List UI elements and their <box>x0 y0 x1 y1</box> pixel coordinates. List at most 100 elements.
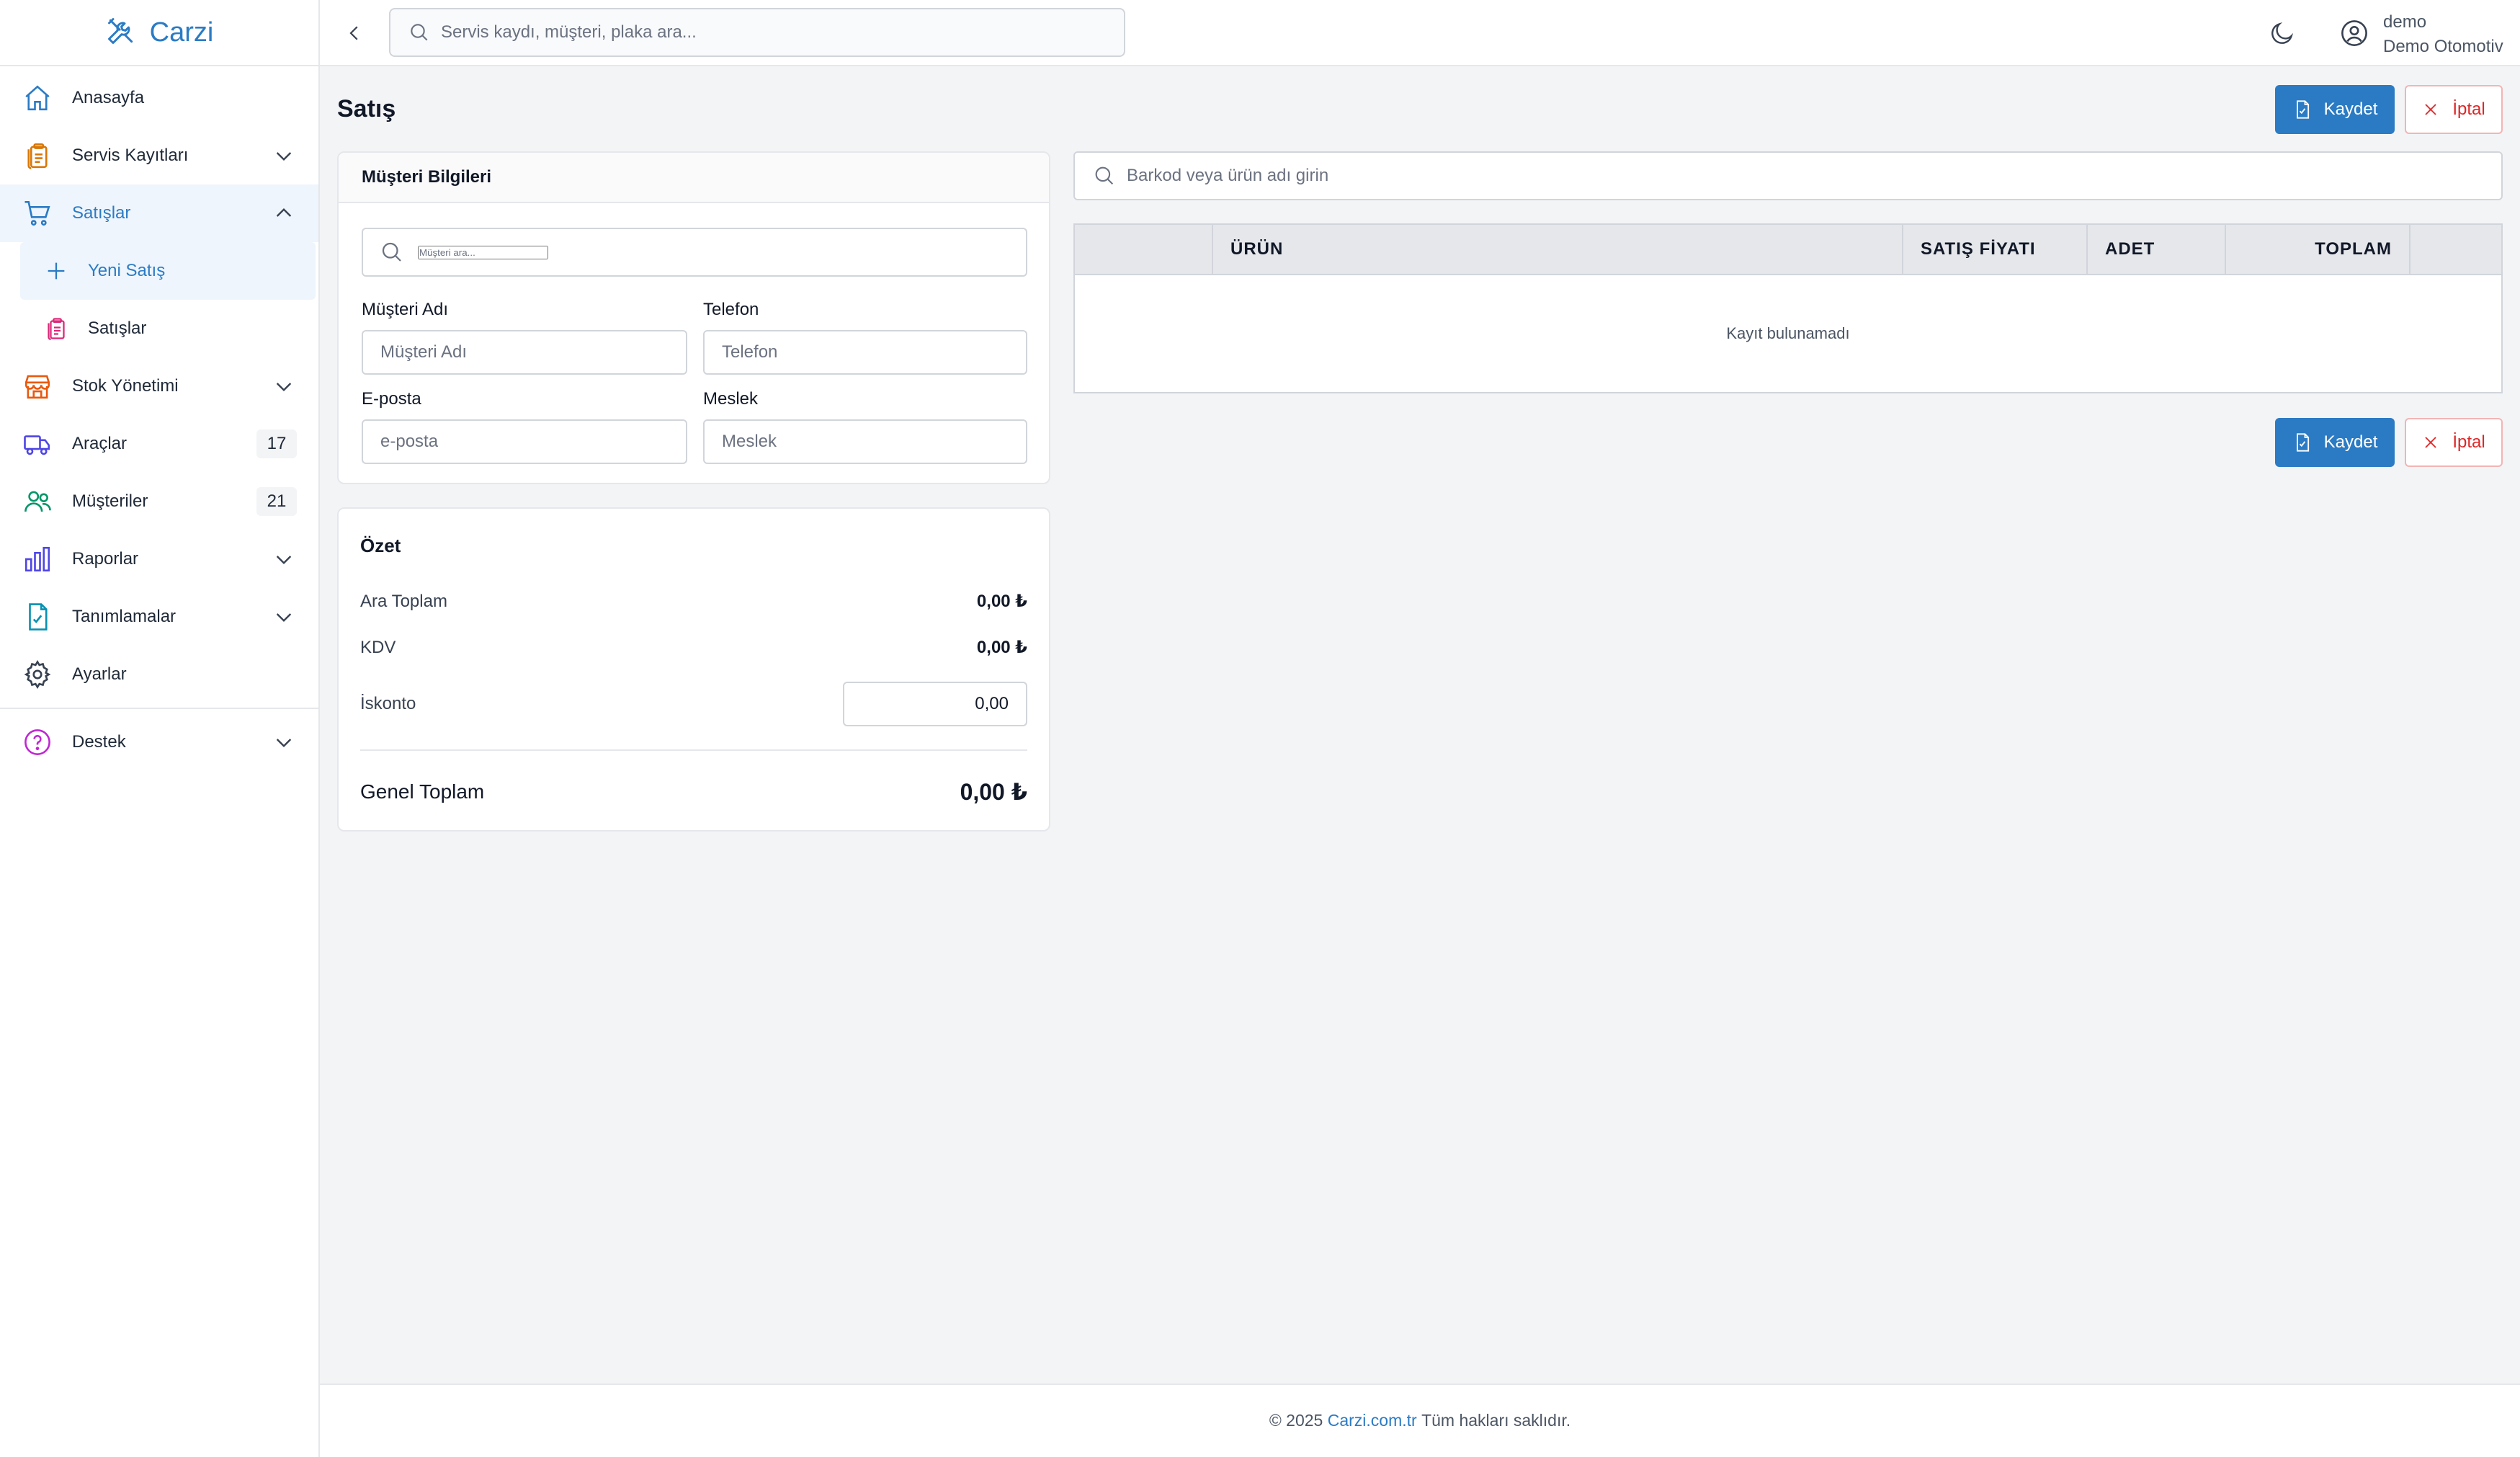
count-badge: 21 <box>256 487 297 516</box>
customer-search[interactable] <box>362 228 1027 277</box>
email-box[interactable] <box>362 419 687 464</box>
copyright-text: © 2025 <box>1269 1411 1323 1430</box>
sidebar-item-label: Raporlar <box>72 549 139 569</box>
column-header-empty <box>1075 225 1213 274</box>
footer-link[interactable]: Carzi.com.tr <box>1328 1411 1417 1457</box>
user-circle-icon[interactable] <box>2337 16 2372 50</box>
chevron-up-icon[interactable] <box>271 200 297 226</box>
product-search[interactable] <box>1073 151 2503 200</box>
sidebar-item-destek[interactable]: Destek <box>0 713 318 771</box>
plus-icon <box>42 257 71 285</box>
clipboard-icon <box>42 314 71 343</box>
sidebar-subitem-label: Satışlar <box>88 318 147 338</box>
customer-search-input[interactable] <box>418 245 548 259</box>
cancel-button-bottom[interactable]: İptal <box>2405 418 2503 467</box>
truck-icon <box>22 428 53 460</box>
save-button[interactable]: Kaydet <box>2275 85 2395 134</box>
job-field: Meslek <box>703 389 1027 464</box>
email-field: E-posta <box>362 389 687 464</box>
save-doc-icon <box>2292 99 2313 120</box>
sidebar: Carzi Anasayfa Servis Kayıtları Satışlar <box>0 0 320 1457</box>
email-label: E-posta <box>362 389 421 409</box>
customer-name-box[interactable] <box>362 330 687 375</box>
sidebar-item-raporlar[interactable]: Raporlar <box>0 530 318 588</box>
vat-row: KDV 0,00 ₺ <box>360 637 1027 658</box>
sidebar-subitem-label: Yeni Satış <box>88 261 166 280</box>
sidebar-item-label: Servis Kayıtları <box>72 146 189 165</box>
column-header-adet[interactable]: ADET <box>2088 225 2226 274</box>
sidebar-divider <box>0 708 318 709</box>
sidebar-item-musteriler[interactable]: Müşteriler 21 <box>0 473 318 530</box>
sidebar-item-anasayfa[interactable]: Anasayfa <box>0 69 318 127</box>
column-header-satis-fiyati[interactable]: SATIŞ FİYATI <box>1903 225 2088 274</box>
job-input[interactable] <box>722 432 1026 452</box>
cancel-button[interactable]: İptal <box>2405 85 2503 134</box>
topbar: demo Demo Otomotiv <box>320 0 2520 66</box>
customer-card-title: Müşteri Bilgileri <box>339 153 1049 203</box>
job-box[interactable] <box>703 419 1027 464</box>
table-header: ÜRÜN SATIŞ FİYATI ADET TOPLAM <box>1075 225 2501 275</box>
column-header-actions <box>2410 225 2501 274</box>
moon-icon[interactable] <box>2265 16 2300 50</box>
sidebar-subitem-yeni-satis[interactable]: Yeni Satış <box>20 242 316 300</box>
phone-field: Telefon <box>703 300 1027 375</box>
product-search-input[interactable] <box>1127 166 2501 186</box>
summary-card: Özet Ara Toplam 0,00 ₺ KDV 0,00 ₺ İskont… <box>337 507 1050 832</box>
column-header-urun[interactable]: ÜRÜN <box>1213 225 1903 274</box>
footer-rights: Tüm hakları saklıdır. <box>1421 1411 1571 1430</box>
chevron-down-icon[interactable] <box>271 546 297 572</box>
grand-total-row: Genel Toplam 0,00 ₺ <box>360 778 1027 806</box>
sidebar-item-satislar[interactable]: Satışlar <box>0 184 318 242</box>
search-icon <box>379 239 405 265</box>
save-button-label: Kaydet <box>2323 432 2378 452</box>
chevron-down-icon[interactable] <box>271 373 297 399</box>
customer-name-input[interactable] <box>380 342 686 362</box>
discount-row: İskonto 0,00 <box>360 682 1027 726</box>
customer-name-field: Müşteri Adı <box>362 300 687 375</box>
chevron-down-icon[interactable] <box>271 604 297 630</box>
sidebar-nav: Anasayfa Servis Kayıtları Satışlar Yeni … <box>0 66 318 771</box>
sidebar-subitem-satislar[interactable]: Satışlar <box>20 300 316 357</box>
user-info[interactable]: demo Demo Otomotiv <box>2383 10 2503 59</box>
chevron-down-icon[interactable] <box>271 729 297 755</box>
company-name: Demo Otomotiv <box>2383 37 2503 56</box>
brand[interactable]: Carzi <box>0 0 318 66</box>
product-table: ÜRÜN SATIŞ FİYATI ADET TOPLAM Kayıt bulu… <box>1073 223 2503 393</box>
home-icon <box>22 82 53 114</box>
column-header-toplam[interactable]: TOPLAM <box>2226 225 2410 274</box>
sidebar-item-araclar[interactable]: Araçlar 17 <box>0 415 318 473</box>
doc-check-icon <box>22 601 53 633</box>
phone-box[interactable] <box>703 330 1027 375</box>
save-doc-icon <box>2292 432 2313 453</box>
sidebar-item-label: Satışlar <box>72 203 131 223</box>
sidebar-item-label: Araçlar <box>72 434 128 453</box>
sidebar-item-label: Müşteriler <box>72 491 148 511</box>
summary-divider <box>360 749 1027 751</box>
sidebar-item-label: Anasayfa <box>72 88 145 107</box>
store-icon <box>22 370 53 402</box>
discount-input[interactable]: 0,00 <box>843 682 1027 726</box>
cancel-button-label: İptal <box>2452 99 2485 119</box>
footer: © 2025 Carzi.com.tr Tüm hakları saklıdır… <box>320 1384 2520 1457</box>
phone-input[interactable] <box>722 342 1026 362</box>
global-search-input[interactable] <box>441 22 1124 43</box>
subtotal-row: Ara Toplam 0,00 ₺ <box>360 591 1027 612</box>
sidebar-item-servis-kayitlari[interactable]: Servis Kayıtları <box>0 127 318 184</box>
cart-icon <box>22 197 53 229</box>
sidebar-item-label: Ayarlar <box>72 664 127 684</box>
brand-name: Carzi <box>149 17 214 48</box>
save-button-bottom[interactable]: Kaydet <box>2275 418 2395 467</box>
chevron-down-icon[interactable] <box>271 143 297 169</box>
sidebar-item-tanimlamalar[interactable]: Tanımlamalar <box>0 588 318 646</box>
cancel-button-label: İptal <box>2452 432 2485 452</box>
count-badge: 17 <box>256 429 297 458</box>
subtotal-label: Ara Toplam <box>360 591 447 611</box>
chevron-left-icon[interactable] <box>340 19 369 48</box>
sidebar-item-stok-yonetimi[interactable]: Stok Yönetimi <box>0 357 318 415</box>
discount-label: İskonto <box>360 694 416 713</box>
close-icon <box>2422 434 2439 451</box>
email-input[interactable] <box>380 432 686 452</box>
sidebar-item-ayarlar[interactable]: Ayarlar <box>0 646 318 703</box>
global-search[interactable] <box>389 8 1125 57</box>
clipboard-icon <box>22 140 53 171</box>
